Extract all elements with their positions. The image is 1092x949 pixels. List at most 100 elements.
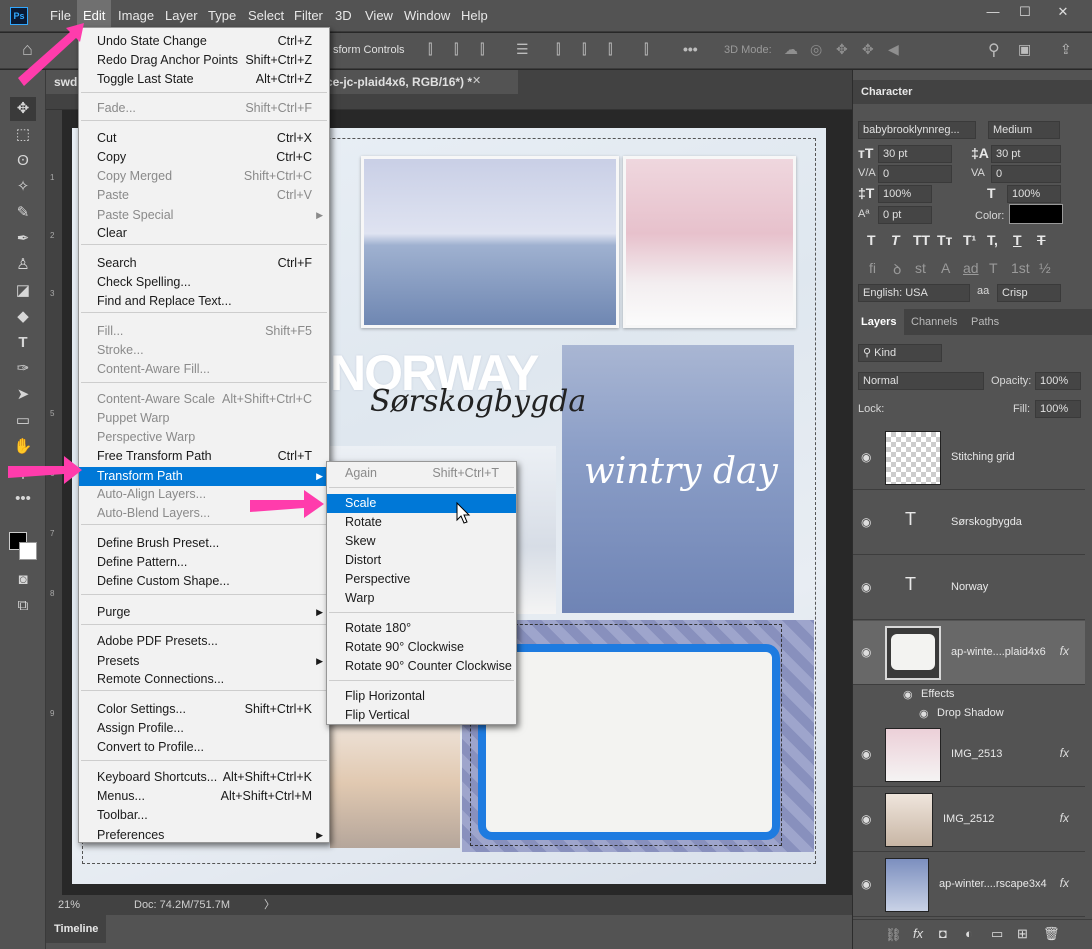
zoom-tool-icon[interactable]: ⚲: [10, 461, 36, 485]
fx-icon[interactable]: fx: [1060, 746, 1069, 760]
fx-icon[interactable]: fx: [1060, 644, 1069, 658]
menu-view[interactable]: View: [359, 0, 399, 32]
rectangle-tool-icon[interactable]: ▭: [10, 409, 36, 433]
edit-menu-item[interactable]: Search Ctrl+F: [79, 254, 329, 273]
pen-tool-icon[interactable]: ✑: [10, 357, 36, 381]
menu-3d[interactable]: 3D: [329, 0, 358, 32]
fx-icon[interactable]: fx: [1060, 876, 1069, 890]
more-options-icon[interactable]: •••: [683, 41, 698, 57]
move-tool-icon[interactable]: ✥: [10, 97, 36, 121]
minimize-button[interactable]: —: [976, 0, 1010, 26]
edit-menu-item[interactable]: Define Brush Preset...: [79, 534, 329, 553]
font-style-select[interactable]: Medium: [988, 121, 1060, 139]
blend-mode-select[interactable]: Normal: [858, 372, 984, 390]
workspace-icon[interactable]: ▣: [1018, 41, 1031, 58]
link-layers-icon[interactable]: ⛓: [885, 927, 902, 943]
edit-menu-item[interactable]: Clear: [79, 224, 329, 243]
delete-layer-icon[interactable]: 🗑: [1043, 926, 1060, 942]
layer-kind-filter[interactable]: ⚲ Kind: [858, 344, 942, 362]
background-color-swatch[interactable]: [19, 542, 37, 560]
visibility-eye-icon[interactable]: ◉: [861, 580, 875, 594]
kerning-field[interactable]: 0: [878, 165, 952, 183]
faux-italic-icon[interactable]: T: [891, 232, 900, 248]
home-icon[interactable]: ⌂: [22, 39, 33, 60]
add-style-fx-icon[interactable]: fx: [913, 926, 923, 941]
subscript-icon[interactable]: T,: [987, 232, 998, 248]
screen-mode-icon[interactable]: ⧉: [10, 594, 36, 618]
edit-menu-item[interactable]: Transform Path ▶: [79, 467, 329, 486]
timeline-tab[interactable]: Timeline: [46, 915, 107, 943]
opacity-field[interactable]: 100%: [1035, 372, 1081, 390]
contextual-icon[interactable]: ad: [963, 260, 979, 276]
path-selection-tool-icon[interactable]: ➤: [10, 383, 36, 407]
3d-slide-icon[interactable]: ✥: [862, 41, 874, 58]
align-right-icon[interactable]: ⫿: [480, 41, 484, 58]
edit-menu-item[interactable]: Free Transform Path Ctrl+T: [79, 447, 329, 466]
transform-submenu-item[interactable]: Distort: [327, 551, 516, 570]
visibility-eye-icon[interactable]: ◉: [861, 877, 875, 891]
layer-row[interactable]: ◉ T Norway: [853, 556, 1085, 620]
menu-help[interactable]: Help: [455, 0, 494, 32]
faux-bold-icon[interactable]: T: [867, 232, 876, 248]
edit-menu-item[interactable]: Remote Connections...: [79, 670, 329, 689]
visibility-eye-icon[interactable]: ◉: [861, 450, 875, 464]
distribute-horizontal-icon[interactable]: ⫿: [644, 41, 648, 58]
edit-menu-item[interactable]: Find and Replace Text...: [79, 292, 329, 311]
visibility-eye-icon[interactable]: ◉: [861, 645, 875, 659]
font-size-field[interactable]: 30 pt: [878, 145, 952, 163]
layer-row[interactable]: ◉ Stitching grid: [853, 426, 1085, 490]
edit-menu-item[interactable]: Undo State Change Ctrl+Z: [79, 32, 329, 51]
edit-menu-item[interactable]: Define Custom Shape...: [79, 572, 329, 591]
adjustment-layer-icon[interactable]: ◐: [965, 926, 973, 941]
status-menu-chevron-icon[interactable]: 〉: [264, 895, 275, 915]
anti-alias-select[interactable]: Crisp: [997, 284, 1061, 302]
edit-menu-item[interactable]: Preferences ▶: [79, 826, 329, 845]
3d-orbit-icon[interactable]: ☁: [784, 41, 798, 58]
edit-menu-item[interactable]: Redo Drag Anchor Points Shift+Ctrl+Z: [79, 51, 329, 70]
close-button[interactable]: ✕: [1046, 0, 1080, 26]
zoom-level[interactable]: 21%: [58, 895, 80, 915]
visibility-eye-icon[interactable]: ◉: [861, 747, 875, 761]
font-family-select[interactable]: babybrooklynnreg...: [858, 121, 976, 139]
edit-menu-item[interactable]: Presets ▶: [79, 652, 329, 671]
visibility-eye-icon[interactable]: ◉: [861, 812, 875, 826]
share-icon[interactable]: ⇪: [1060, 41, 1072, 58]
ligature-icon[interactable]: fi: [869, 260, 876, 276]
3d-drag-icon[interactable]: ✥: [836, 41, 848, 58]
edit-menu-item[interactable]: Copy Ctrl+C: [79, 148, 329, 167]
old-style-icon[interactable]: ꝺ: [893, 260, 901, 279]
edit-menu-item[interactable]: Menus... Alt+Shift+Ctrl+M: [79, 787, 329, 806]
transform-submenu-item[interactable]: Flip Horizontal: [327, 687, 516, 706]
fx-icon[interactable]: fx: [1060, 811, 1069, 825]
drop-shadow-eye-icon[interactable]: ◉: [919, 707, 929, 720]
search-icon[interactable]: ⚲: [988, 40, 1000, 60]
edit-menu-item[interactable]: Toolbar...: [79, 806, 329, 825]
edit-menu-item[interactable]: Cut Ctrl+X: [79, 129, 329, 148]
3d-video-icon[interactable]: ◀: [888, 41, 899, 58]
magic-wand-tool-icon[interactable]: ✧: [10, 175, 36, 199]
more-tools-icon[interactable]: •••: [10, 487, 36, 511]
layer-row[interactable]: ◉ T Sørskogbygda: [853, 491, 1085, 555]
distribute-bottom-icon[interactable]: ⫿: [608, 41, 612, 58]
effects-eye-icon[interactable]: ◉: [903, 688, 913, 701]
stylistic-icon[interactable]: st: [915, 260, 926, 276]
lasso-tool-icon[interactable]: ʘ: [10, 149, 36, 173]
transform-submenu-item[interactable]: Rotate 180°: [327, 619, 516, 638]
marquee-tool-icon[interactable]: ⬚: [10, 123, 36, 147]
language-select[interactable]: English: USA: [858, 284, 970, 302]
doc-tab-2[interactable]: ce-jc-plaid4x6, RGB/16*) *: [318, 70, 518, 94]
edit-menu-item[interactable]: Adobe PDF Presets...: [79, 632, 329, 651]
leading-field[interactable]: 30 pt: [991, 145, 1061, 163]
close-tab-icon[interactable]: ✕: [472, 74, 481, 87]
superscript-icon[interactable]: T¹: [963, 232, 976, 248]
brush-tool-icon[interactable]: ✒: [10, 227, 36, 251]
eraser-tool-icon[interactable]: ◪: [10, 279, 36, 303]
layer-row[interactable]: ◉ IMG_2513 fx: [853, 723, 1085, 787]
tab-channels[interactable]: Channels: [905, 309, 963, 335]
type-tool-icon[interactable]: T: [10, 331, 36, 355]
distribute-top-icon[interactable]: ⫿: [556, 41, 560, 58]
edit-menu-item[interactable]: Keyboard Shortcuts... Alt+Shift+Ctrl+K: [79, 768, 329, 787]
align-middle-icon[interactable]: ☰: [516, 41, 529, 58]
edit-menu-item[interactable]: Check Spelling...: [79, 273, 329, 292]
layer-row-active[interactable]: ◉ ap-winte....plaid4x6 fx: [853, 621, 1085, 685]
